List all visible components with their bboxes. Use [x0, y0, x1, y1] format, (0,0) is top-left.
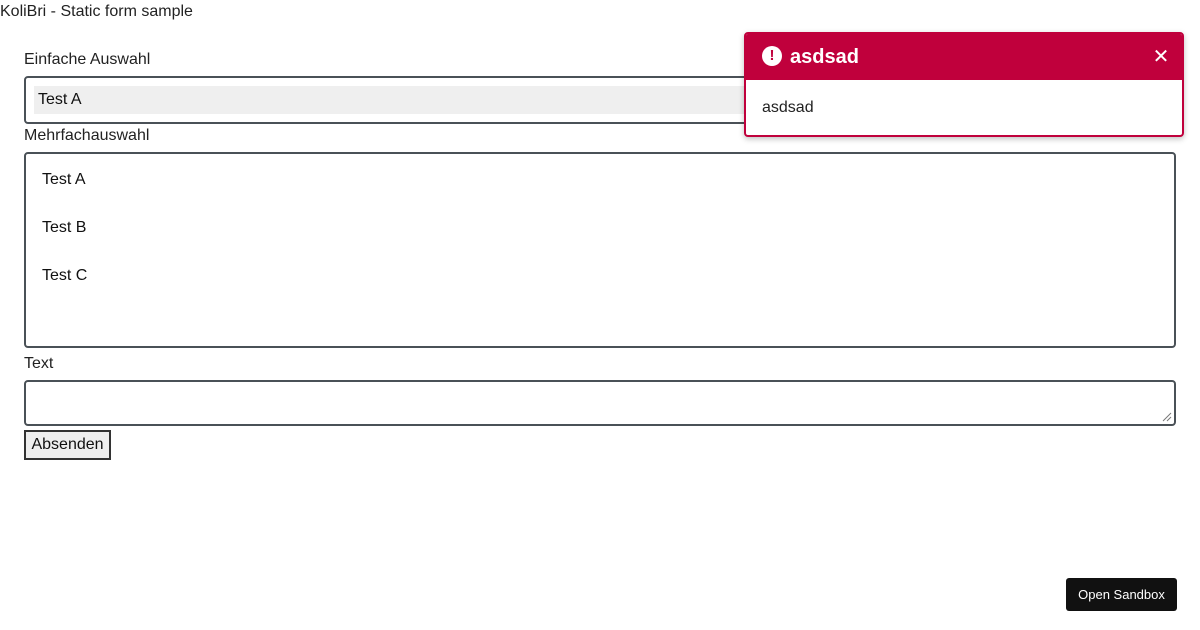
resize-grip-icon[interactable] [1162, 412, 1172, 422]
multi-select[interactable]: Test A Test B Test C [24, 152, 1176, 348]
exclamation-circle-icon: ! [762, 46, 782, 66]
page-title: KoliBri - Static form sample [0, 3, 193, 20]
submit-button[interactable]: Absenden [24, 430, 111, 460]
close-icon[interactable]: ✕ [1150, 46, 1172, 68]
toast-body: asdsad [762, 99, 814, 116]
single-select-label: Einfache Auswahl [24, 51, 151, 68]
multi-select-option-b[interactable]: Test B [42, 218, 1158, 266]
error-toast: ! asdsad ✕ asdsad [744, 32, 1184, 137]
open-sandbox-button[interactable]: Open Sandbox [1066, 578, 1177, 611]
multi-select-option-c[interactable]: Test C [42, 266, 1158, 314]
text-label: Text [24, 355, 54, 372]
toast-header: ! asdsad ✕ [746, 34, 1182, 80]
multi-select-label: Mehrfachauswahl [24, 127, 150, 144]
text-textarea[interactable] [24, 380, 1176, 426]
multi-select-option-a[interactable]: Test A [42, 170, 1158, 218]
toast-title: asdsad [790, 46, 859, 68]
